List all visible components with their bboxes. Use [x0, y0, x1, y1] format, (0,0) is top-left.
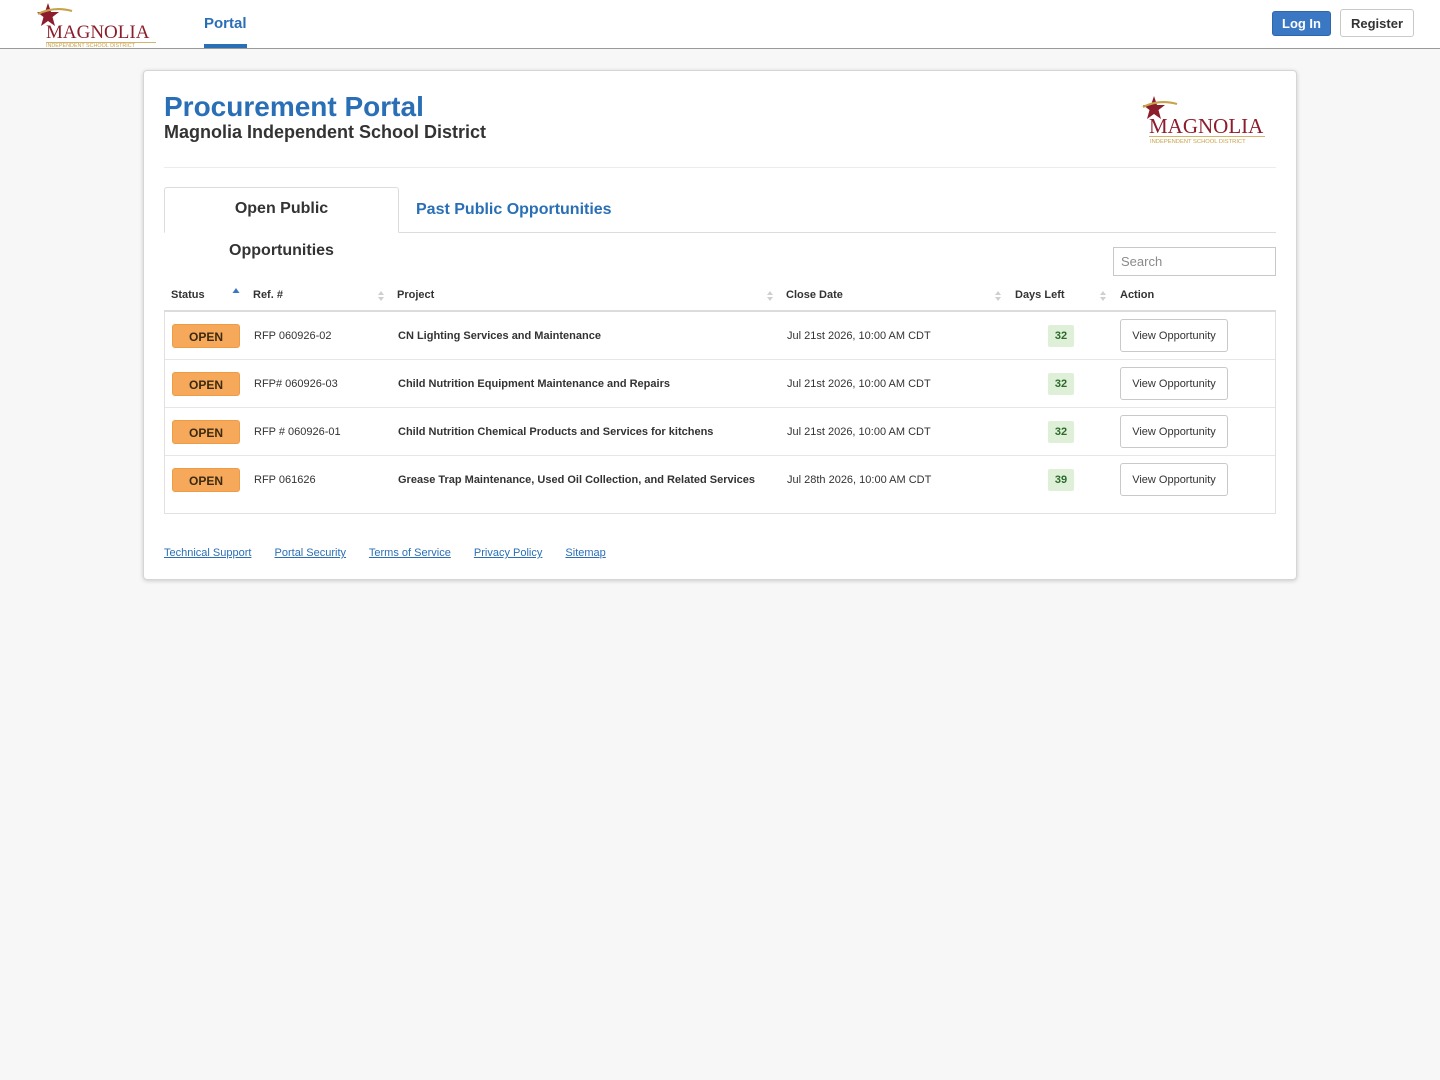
days-left-badge: 32 — [1048, 325, 1074, 347]
ref-number: RFP 060926-02 — [254, 330, 332, 342]
footer-link-technical-support[interactable]: Technical Support — [164, 547, 251, 559]
table-row: OPEN RFP 061626 Grease Trap Maintenance,… — [165, 456, 1275, 512]
table-row: OPEN RFP# 060926-03 Child Nutrition Equi… — [165, 360, 1275, 408]
magnolia-isd-logo[interactable]: MAGNOLIA INDEPENDENT SCHOOL DISTRICT — [34, 0, 158, 48]
project-name: Grease Trap Maintenance, Used Oil Collec… — [398, 474, 756, 486]
table-header: Status Ref. # Project Close Date Days Le… — [164, 283, 1276, 312]
status-badge: OPEN — [172, 324, 240, 348]
view-opportunity-button[interactable]: View Opportunity — [1120, 319, 1228, 352]
status-badge: OPEN — [172, 420, 240, 444]
status-badge: OPEN — [172, 468, 240, 492]
opportunities-table-body: OPEN RFP 060926-02 CN Lighting Services … — [164, 312, 1276, 514]
footer-link-privacy-policy[interactable]: Privacy Policy — [474, 547, 542, 559]
footer-link-portal-security[interactable]: Portal Security — [275, 547, 347, 559]
days-left-badge: 32 — [1048, 373, 1074, 395]
svg-text:INDEPENDENT SCHOOL DISTRICT: INDEPENDENT SCHOOL DISTRICT — [1150, 139, 1246, 145]
column-header-status[interactable]: Status — [171, 283, 205, 310]
opportunity-tabs: Open Public Opportunities Past Public Op… — [164, 187, 1276, 259]
sort-icon[interactable] — [375, 283, 387, 310]
view-opportunity-button[interactable]: View Opportunity — [1120, 415, 1228, 448]
column-header-days-left[interactable]: Days Left — [1015, 283, 1065, 310]
svg-text:INDEPENDENT SCHOOL DISTRICT: INDEPENDENT SCHOOL DISTRICT — [46, 43, 136, 48]
footer-link-terms-of-service[interactable]: Terms of Service — [369, 547, 451, 559]
top-navbar: MAGNOLIA INDEPENDENT SCHOOL DISTRICT Por… — [0, 0, 1440, 49]
tab-past-public-opportunities[interactable]: Past Public Opportunities — [400, 187, 630, 233]
footer-links: Technical Support Portal Security Terms … — [164, 547, 626, 559]
svg-text:MAGNOLIA: MAGNOLIA — [46, 22, 150, 43]
sort-ascending-icon[interactable] — [230, 283, 242, 310]
sort-icon[interactable] — [992, 283, 1004, 310]
table-row: OPEN RFP 060926-02 CN Lighting Services … — [165, 312, 1275, 360]
close-date: Jul 21st 2026, 10:00 AM CDT — [787, 378, 931, 390]
days-left-badge: 39 — [1048, 469, 1074, 491]
close-date: Jul 21st 2026, 10:00 AM CDT — [787, 330, 931, 342]
svg-text:MAGNOLIA: MAGNOLIA — [1149, 114, 1264, 138]
view-opportunity-button[interactable]: View Opportunity — [1120, 367, 1228, 400]
footer-link-sitemap[interactable]: Sitemap — [565, 547, 605, 559]
header-divider — [164, 167, 1276, 168]
status-badge: OPEN — [172, 372, 240, 396]
project-name: Child Nutrition Equipment Maintenance an… — [398, 378, 670, 390]
view-opportunity-button[interactable]: View Opportunity — [1120, 463, 1228, 496]
login-button[interactable]: Log In — [1272, 11, 1331, 36]
ref-number: RFP 061626 — [254, 474, 316, 486]
close-date: Jul 28th 2026, 10:00 AM CDT — [787, 474, 932, 486]
ref-number: RFP # 060926-01 — [254, 426, 341, 438]
column-header-project[interactable]: Project — [397, 283, 434, 310]
days-left-badge: 32 — [1048, 421, 1074, 443]
sort-icon[interactable] — [764, 283, 776, 310]
ref-number: RFP# 060926-03 — [254, 378, 338, 390]
nav-portal-link[interactable]: Portal — [204, 0, 247, 48]
page-subtitle: Magnolia Independent School District — [164, 122, 487, 142]
column-header-ref[interactable]: Ref. # — [253, 283, 283, 310]
procurement-card: Procurement Portal Magnolia Independent … — [143, 70, 1297, 580]
register-button[interactable]: Register — [1340, 9, 1414, 37]
magnolia-isd-logo-large: MAGNOLIA INDEPENDENT SCHOOL DISTRICT — [1142, 96, 1265, 145]
project-name: Child Nutrition Chemical Products and Se… — [398, 426, 714, 438]
column-header-action: Action — [1120, 289, 1155, 301]
close-date: Jul 21st 2026, 10:00 AM CDT — [787, 426, 931, 438]
search-input[interactable] — [1113, 247, 1276, 276]
sort-icon[interactable] — [1097, 283, 1109, 310]
column-header-close-date[interactable]: Close Date — [786, 283, 843, 310]
tab-open-public-opportunities[interactable]: Open Public Opportunities — [164, 187, 399, 259]
project-name: CN Lighting Services and Maintenance — [398, 330, 601, 342]
table-row: OPEN RFP # 060926-01 Child Nutrition Che… — [165, 408, 1275, 456]
page-title: Procurement Portal — [164, 91, 424, 122]
